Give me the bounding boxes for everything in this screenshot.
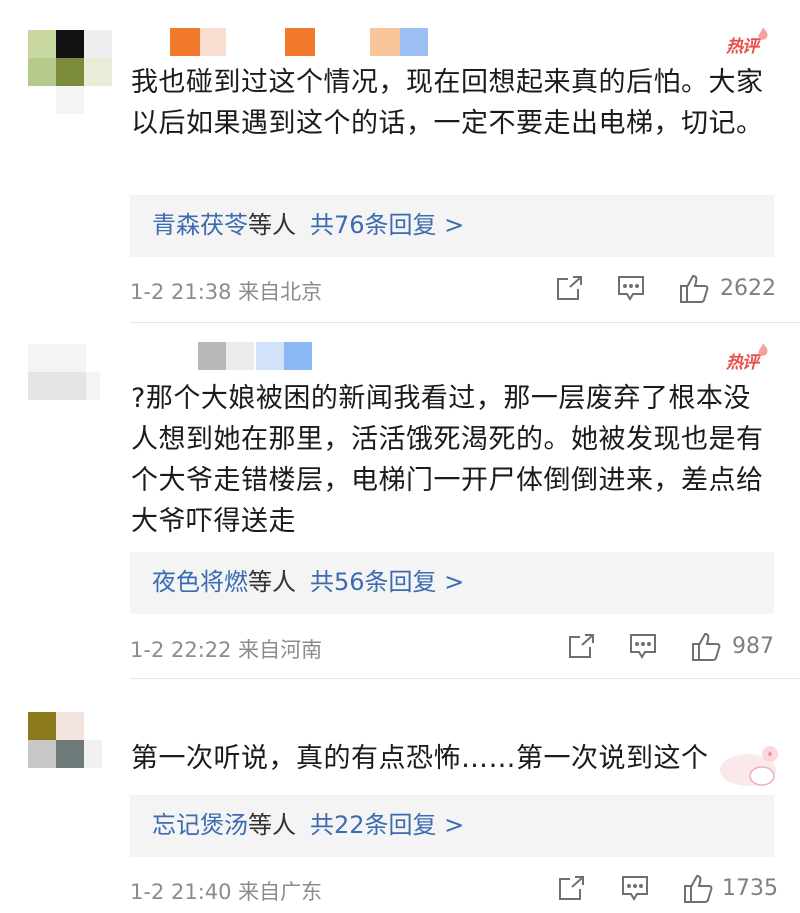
share-icon[interactable] — [554, 274, 584, 302]
avatar[interactable] — [28, 712, 114, 798]
avatar[interactable] — [28, 344, 114, 430]
avatar-pixel — [28, 712, 56, 740]
divider — [130, 322, 800, 323]
hot-comment-badge: 热评 — [726, 26, 770, 57]
avatar-pixel — [56, 86, 84, 114]
comment-text: 我也碰到过这个情况，现在回想起来真的后怕。大家以后如果遇到这个的话，一定不要走出… — [131, 67, 764, 139]
avatar-pixel — [28, 740, 56, 768]
avatar-pixel — [84, 30, 112, 58]
replies-summary[interactable]: 忘记煲汤等人 共22条回复 > — [130, 795, 774, 857]
hot-comment-badge: 热评 — [726, 342, 770, 373]
thumbs-up-icon — [692, 632, 721, 661]
timestamp-location: 1-2 22:22 来自河南 — [130, 638, 323, 662]
comment-meta: 1-2 21:38 来自北京 2622 — [130, 274, 776, 304]
flame-icon — [758, 27, 768, 40]
reply-user-names[interactable]: 忘记煲汤 — [152, 811, 248, 839]
like-count: 2622 — [720, 276, 776, 301]
avatar-pixel — [56, 30, 84, 58]
flame-icon — [758, 343, 768, 356]
name-pixel — [284, 342, 312, 370]
avatar-pixel — [56, 740, 84, 768]
name-pixel — [200, 28, 226, 56]
hot-badge-label: 热评 — [726, 37, 759, 57]
name-pixel — [285, 28, 315, 56]
name-pixel — [226, 342, 254, 370]
avatar[interactable] — [28, 30, 114, 116]
reply-count-link[interactable]: 共76条回复 > — [310, 211, 464, 239]
like-count: 987 — [732, 634, 774, 659]
reply-suffix: 等人 — [248, 211, 296, 239]
thumbs-up-icon — [684, 874, 713, 903]
replies-summary[interactable]: 青森茯苓等人 共76条回复 > — [130, 195, 774, 257]
like-count: 1735 — [722, 876, 778, 901]
avatar-pixel — [86, 372, 100, 400]
like-button[interactable]: 987 — [690, 632, 776, 662]
replies-summary[interactable]: 夜色将燃等人 共56条回复 > — [130, 552, 774, 614]
avatar-pixel — [28, 30, 56, 58]
comment-icon[interactable] — [616, 274, 646, 302]
divider — [130, 678, 800, 679]
avatar-pixel — [56, 712, 84, 740]
avatar-pixel — [28, 344, 86, 372]
reply-user-names[interactable]: 青森茯苓 — [152, 211, 248, 239]
comment-text: ?那个大娘被困的新闻我看过，那一层废弃了根本没人想到她在那里，活活饿死渴死的。她… — [131, 383, 764, 537]
avatar-pixel — [56, 58, 84, 86]
username-blurred[interactable] — [130, 28, 430, 58]
reply-count-link[interactable]: 共22条回复 > — [310, 811, 464, 839]
hot-badge-label: 热评 — [726, 353, 759, 373]
comment-icon[interactable] — [628, 632, 658, 660]
reply-suffix: 等人 — [248, 811, 296, 839]
reply-user-names[interactable]: 夜色将燃 — [152, 568, 248, 596]
share-icon[interactable] — [566, 632, 596, 660]
avatar-pixel — [84, 740, 102, 768]
name-pixel — [256, 342, 284, 370]
like-button[interactable]: 1735 — [682, 874, 778, 904]
name-pixel — [400, 28, 428, 56]
share-icon[interactable] — [556, 874, 586, 902]
comment-text: 第一次听说，真的有点恐怖……第一次说到这个 — [131, 743, 709, 774]
avatar-pixel — [28, 58, 56, 86]
name-pixel — [370, 28, 400, 56]
timestamp-location: 1-2 21:38 来自北京 — [130, 280, 323, 304]
comment-meta: 1-2 21:40 来自广东 1735 — [130, 874, 778, 904]
reply-suffix: 等人 — [248, 568, 296, 596]
avatar-pixel — [84, 58, 112, 86]
timestamp-location: 1-2 21:40 来自广东 — [130, 880, 323, 904]
username-blurred[interactable] — [130, 342, 330, 372]
avatar-pixel — [28, 372, 86, 400]
thumbs-up-icon — [680, 274, 709, 303]
name-pixel — [170, 28, 200, 56]
comment-meta: 1-2 22:22 来自河南 987 — [130, 632, 776, 662]
reply-count-link[interactable]: 共56条回复 > — [310, 568, 464, 596]
comment-icon[interactable] — [620, 874, 650, 902]
like-button[interactable]: 2622 — [678, 274, 776, 304]
name-pixel — [198, 342, 226, 370]
